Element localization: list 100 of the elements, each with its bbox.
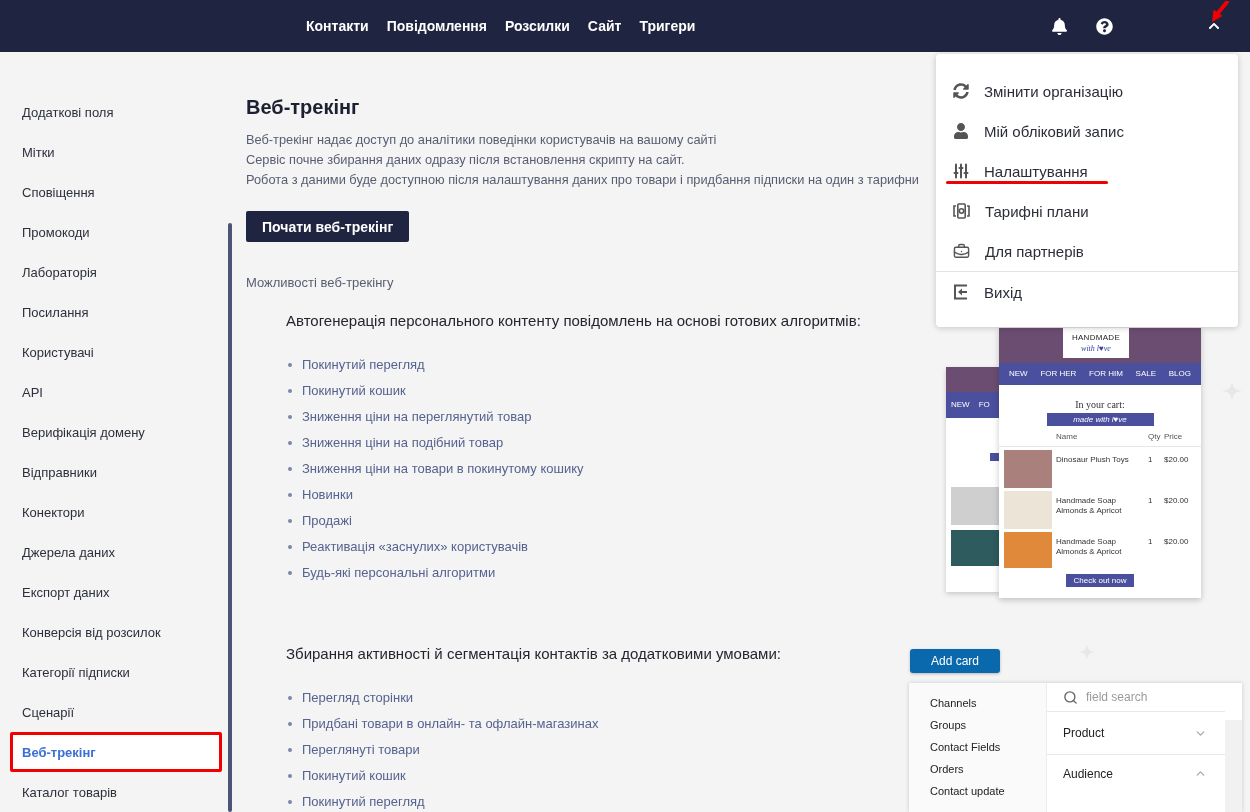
price: $20.00 [1164,495,1190,506]
user-icon [953,123,969,139]
category-item[interactable]: Groups [930,714,967,736]
bullet-icon [288,415,292,419]
photo-placeholder [1004,491,1052,529]
category-item[interactable]: Orders [930,758,964,780]
section-subtitle: Можливості веб-трекінгу [246,274,394,292]
photo-placeholder [1004,532,1052,568]
photo-placeholder [951,487,999,525]
sidebar-item[interactable]: Джерела даних [10,532,222,572]
logo-title: HANDMADE [1071,332,1121,343]
menu-item[interactable]: Налаштування [936,151,1238,191]
quantity: 1 [1148,536,1154,547]
sidebar-item[interactable]: Каталог товарів [10,772,222,812]
column-header: Qty [1148,432,1160,442]
add-card-button[interactable]: Add card [910,649,1000,673]
sidebar-item[interactable]: Посилання [10,292,222,332]
sidebar-item[interactable]: Мітки [10,132,222,172]
category-item[interactable]: Contact Fields [930,736,1001,758]
feature-item: Новинки [302,486,353,504]
bullet-icon [288,545,292,549]
menu-item[interactable]: Для партнерів [936,231,1238,271]
feature-item: Покинутий кошик [302,382,406,400]
bullet-icon [288,722,292,726]
sidebar-item[interactable]: Категорії підписки [10,652,222,692]
start-button[interactable]: Почати веб-трекінг [246,211,410,242]
bullet-icon [288,774,292,778]
menu-item[interactable]: Тарифні плани [936,191,1238,231]
nav-link[interactable]: NEW [951,400,970,410]
nav-link[interactable]: Розсилки [504,18,570,34]
feature-item: Покинутий перегляд [302,356,425,374]
nav-link[interactable]: BLOG [1168,369,1191,379]
nav-link[interactable]: NEW [1009,369,1028,379]
sidebar-item[interactable]: Верифікація домену [10,412,222,452]
cart-title: In your cart: [1075,399,1125,411]
nav-link[interactable]: FO [978,400,990,410]
photo-placeholder [946,367,999,392]
sidebar-item[interactable]: Лабораторія [10,252,222,292]
menu-item[interactable]: Вихід [936,272,1238,312]
product-name: Dinosaur Plush Toys [1056,454,1130,465]
feature-item: Переглянуті товари [302,741,420,759]
feature-item: Покинутий кошик [302,767,406,785]
bullet-icon [288,800,292,804]
checkout-button[interactable]: Check out now [1066,574,1134,587]
sidebar-item[interactable]: API [10,372,222,412]
sidebar-item[interactable]: Конектори [10,492,222,532]
nav-link[interactable]: FOR HER [1040,369,1077,379]
page-title: Веб-трекінг [246,95,360,120]
nav-link[interactable]: Сайт [587,18,622,34]
sidebar-item[interactable]: Відправники [10,452,222,492]
help-icon[interactable] [1096,17,1113,35]
logo-tagline: with l♥ve [1081,343,1111,354]
feature-item: Зниження ціни на переглянутий товар [302,408,532,426]
feature-item: Зниження ціни на подібний товар [302,434,504,452]
product-name: Handmade Soap Almonds & Apricot [1056,495,1123,516]
photo-placeholder [1004,450,1052,488]
sidebar-item[interactable]: Веб-трекінг [10,732,222,772]
nav-link[interactable]: Тригери [639,18,696,34]
banknote-icon [953,203,970,219]
description-text: Сервіс почне збирання даних одразу після встановлення скрипту на сайт. [246,151,685,169]
bullet-icon [288,467,292,471]
bell-icon[interactable] [1051,17,1068,35]
feature-item: Перегляд сторінки [302,689,414,707]
category-item[interactable]: Channels [930,692,977,714]
menu-item[interactable]: Змінити організацію [936,71,1238,111]
nav-link[interactable]: SALE [1135,369,1157,379]
bullet-icon [288,363,292,367]
menu-item[interactable]: Мій обліковий запис [936,111,1238,151]
search-icon [1063,689,1078,705]
product-name: Handmade Soap Almonds & Apricot [1056,536,1123,557]
feature-item: Придбані товари в онлайн- та офлайн-магазинах [302,715,599,733]
nav-link[interactable]: FOR HIM [1089,369,1123,379]
sidebar-item[interactable]: Користувачі [10,332,222,372]
nav-link[interactable]: Контакти [306,18,369,34]
quantity: 1 [1148,495,1154,506]
feature-item: Покинутий перегляд [302,793,425,811]
section-heading: Автогенерація персонального контенту повідомлень на основі готових алгоритмів: [286,311,861,331]
feature-item: Будь-які персональні алгоритми [302,564,496,582]
column-header: Price [1164,432,1184,442]
refresh-icon [953,83,969,99]
price: $20.00 [1164,536,1190,547]
sidebar-item[interactable]: Сценарії [10,692,222,732]
nav-link[interactable]: Повідомлення [386,18,487,34]
description-text: Робота з даними буде доступною після налаштування даних про товари і придбання підписки на один з тарифни [246,171,919,189]
sliders-icon [953,163,969,179]
sidebar-item[interactable]: Додаткові поля [10,92,222,132]
column-header: Name [1056,432,1079,442]
scrollbar[interactable] [228,223,232,812]
category-item[interactable]: Contact update [930,780,1005,802]
sidebar-item[interactable]: Сповіщення [10,172,222,212]
section-heading: Збирання активності й сегментація контактів за додатковими умовами: [286,644,781,664]
description-text: Веб-трекінг надає доступ до аналітики поведінки користувачів на вашому сайті [246,131,717,149]
sidebar-item[interactable]: Експорт даних [10,572,222,612]
search-field[interactable]: field search [1086,689,1206,705]
sidebar-item[interactable]: Промокоди [10,212,222,252]
chevron-up-icon[interactable] [1208,20,1220,32]
sidebar-item[interactable]: Конверсія від розсилок [10,612,222,652]
feature-item: Реактивація «заснулих» користувачів [302,538,528,556]
feature-item: Зниження ціни на товари в покинутому кошику [302,460,584,478]
ribbon-end [990,453,999,461]
